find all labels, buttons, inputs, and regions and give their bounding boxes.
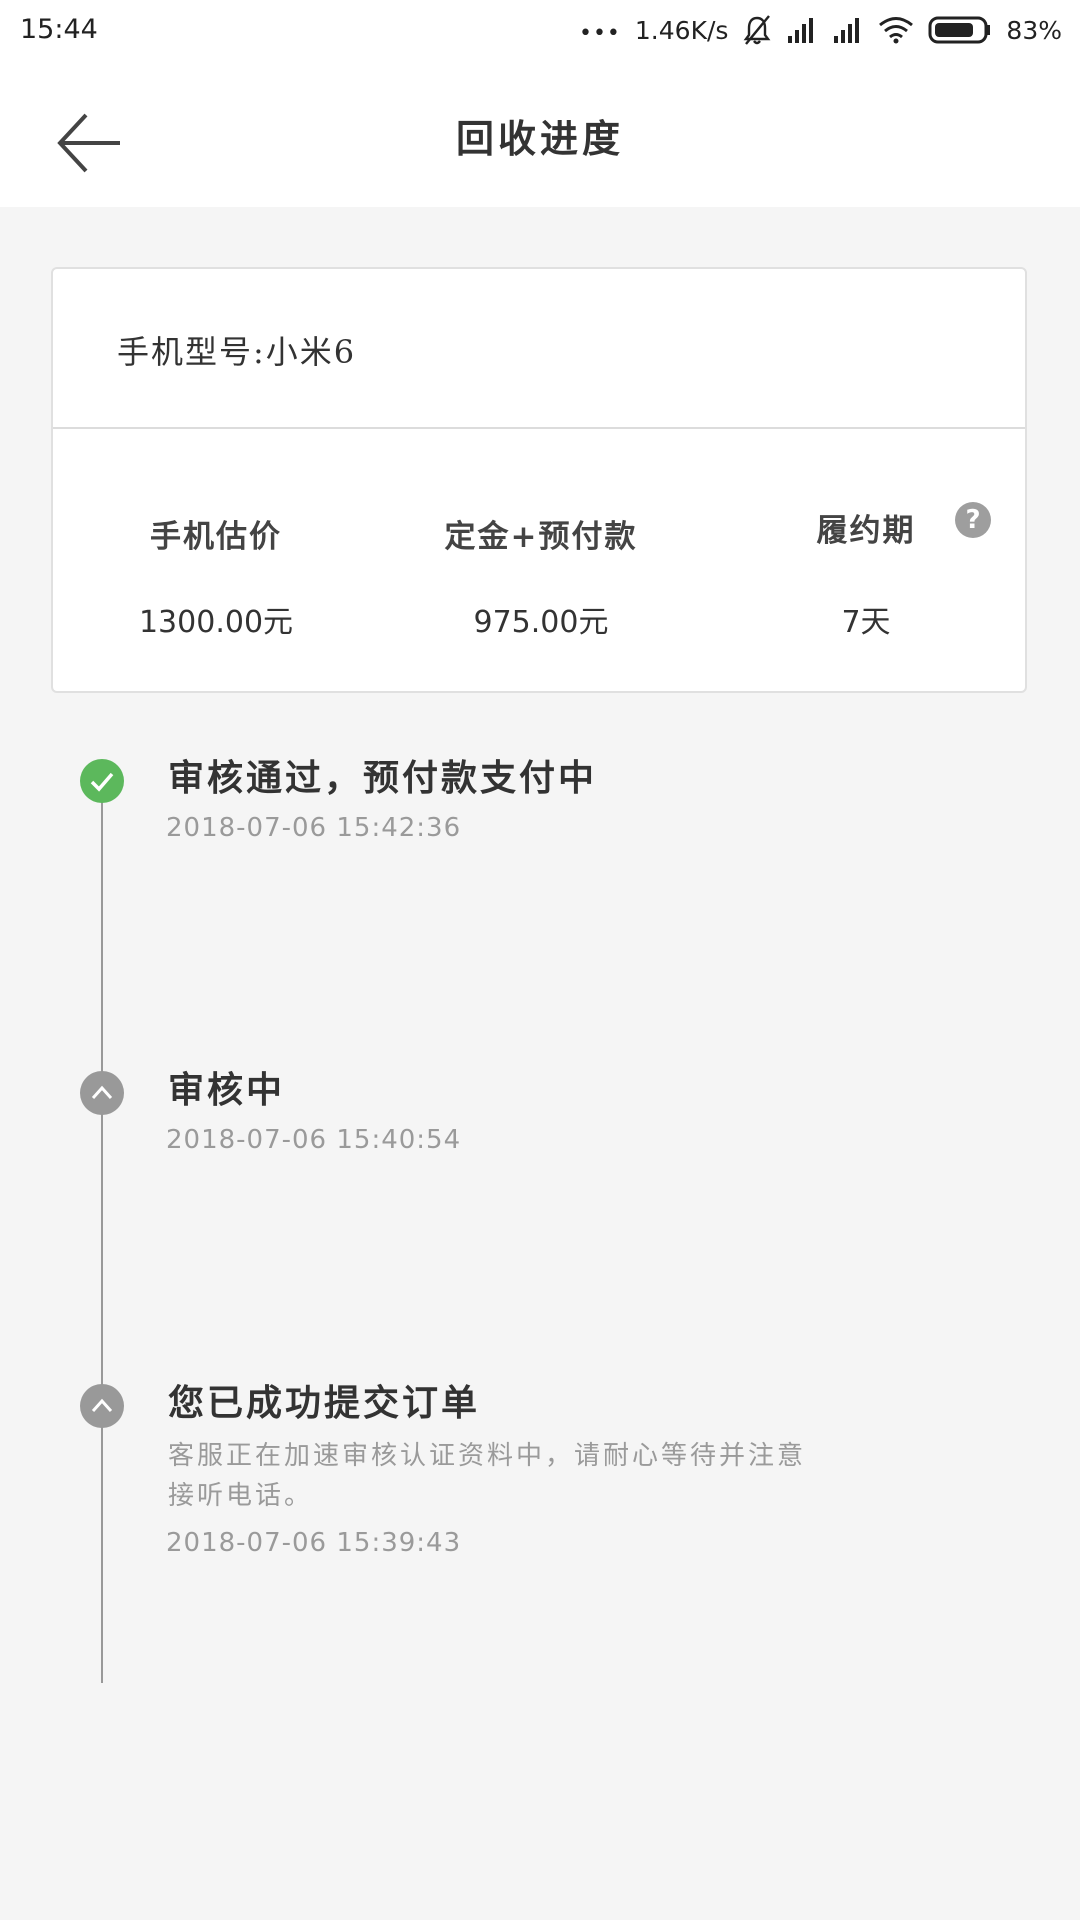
timeline-time: 2018-07-06 15:40:54 (166, 1125, 462, 1155)
stat-value: 1300.00元 (138, 605, 294, 640)
model-row: 手机型号:小米6 (53, 269, 1025, 429)
timeline-title: 审核通过，预付款支付中 (168, 757, 598, 799)
stat-value: 7天 (841, 605, 891, 640)
phone-model-label: 手机型号:小米6 (117, 333, 357, 371)
header: 回收进度 (0, 60, 1080, 207)
timeline-line (101, 783, 103, 1683)
stat-valuation: 手机估价 1300.00元 (53, 427, 379, 693)
status-bar: 15:44 ••• 1.46K/s 83% (0, 0, 1080, 60)
signal-icon (786, 16, 818, 44)
timeline-title: 您已成功提交订单 (168, 1382, 481, 1424)
stat-label: 定金+预付款 (444, 519, 638, 555)
help-icon[interactable]: ? (955, 502, 991, 538)
progress-timeline: 审核通过，预付款支付中 2018-07-06 15:42:36 审核中 2018… (0, 693, 1080, 1693)
timeline-description: 客服正在加速审核认证资料中，请耐心等待并注意接听电话。 (168, 1441, 807, 1511)
status-icons: ••• 1.46K/s 83% (579, 10, 1062, 50)
battery-percent: 83% (1006, 15, 1062, 45)
stat-fulfillment-period: 履约期 7天 (703, 427, 1029, 693)
timeline-time: 2018-07-06 15:39:43 (166, 1528, 462, 1558)
timeline-time: 2018-07-06 15:42:36 (166, 813, 462, 843)
check-icon (80, 759, 124, 803)
stat-label: 手机估价 (150, 519, 282, 555)
more-dots-icon: ••• (578, 20, 621, 46)
stat-value: 975.00元 (473, 605, 609, 640)
battery-icon (928, 16, 992, 44)
page-title: 回收进度 (455, 116, 624, 161)
chevron-up-icon (80, 1071, 124, 1115)
chevron-up-icon (80, 1384, 124, 1428)
network-speed: 1.46K/s (634, 15, 729, 45)
mute-bell-icon (742, 14, 772, 46)
status-time: 15:44 (20, 14, 98, 45)
signal-icon-2 (832, 16, 864, 44)
timeline-title: 审核中 (168, 1069, 286, 1111)
info-card: 手机型号:小米6 手机估价 1300.00元 定金+预付款 975.00元 履约… (51, 267, 1027, 693)
stat-deposit: 定金+预付款 975.00元 (378, 427, 704, 693)
wifi-icon (878, 16, 914, 44)
stats-row: 手机估价 1300.00元 定金+预付款 975.00元 履约期 7天 ? (53, 427, 1025, 693)
